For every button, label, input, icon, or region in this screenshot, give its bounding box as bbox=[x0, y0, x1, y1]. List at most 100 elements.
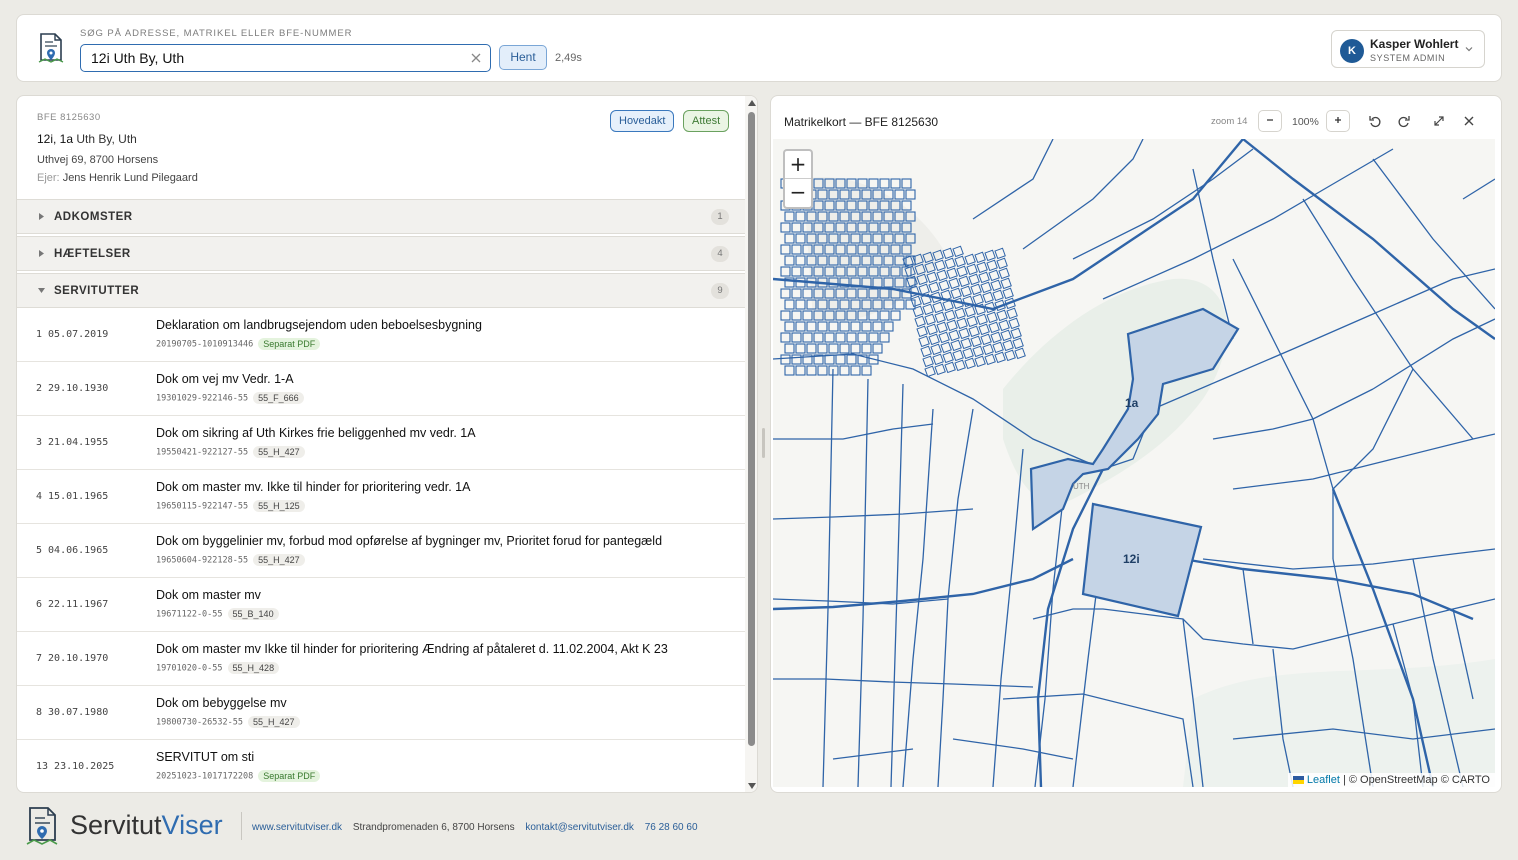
servitut-number-date: 1 05.07.2019 bbox=[36, 329, 109, 340]
servitut-title[interactable]: Dok om sikring af Uth Kirkes frie beligg… bbox=[156, 426, 476, 440]
brand-name: ServitutViser bbox=[70, 810, 223, 841]
servitut-number-date: 7 20.10.1970 bbox=[36, 653, 109, 664]
archive-ref-badge: 55_H_427 bbox=[253, 446, 305, 458]
servitut-title[interactable]: Deklaration om landbrugsejendom uden beb… bbox=[156, 318, 482, 332]
servitut-doc-id: 19800730-26532-55 bbox=[156, 717, 243, 728]
zoom-out-button[interactable] bbox=[1258, 110, 1282, 132]
search-input[interactable] bbox=[91, 48, 451, 68]
leaflet-link[interactable]: Leaflet bbox=[1307, 774, 1340, 786]
property-header: BFE 8125630 12i, 1a Uth By, Uth Uthvej 6… bbox=[17, 96, 745, 199]
servitut-row[interactable]: 4 15.01.1965 Dok om master mv. Ikke til h… bbox=[17, 470, 745, 524]
hovedakt-button[interactable]: Hovedakt bbox=[610, 110, 675, 132]
section-title: SERVITUTTER bbox=[54, 285, 140, 297]
attest-button[interactable]: Attest bbox=[683, 110, 730, 132]
servitut-reference: 19650604-922128-55 55_H_427 bbox=[156, 554, 305, 566]
servitut-doc-id: 20251023-1017172208 bbox=[156, 771, 254, 782]
servitut-reference: 19650115-922147-55 55_H_125 bbox=[156, 500, 305, 512]
rotate-right-icon[interactable] bbox=[1397, 114, 1411, 128]
servitut-doc-id: 19650115-922147-55 bbox=[156, 501, 249, 512]
servitut-title[interactable]: Dok om vej mv Vedr. 1-A bbox=[156, 372, 294, 386]
company-address: Strandpromenaden 6, 8700 Horsens bbox=[352, 822, 515, 833]
panel-splitter[interactable] bbox=[760, 95, 768, 793]
map-title: Matrikelkort — BFE 8125630 bbox=[784, 115, 939, 129]
servitut-row[interactable]: 6 22.11.1967 Dok om master mv 19671122-0-5… bbox=[17, 578, 745, 632]
servitut-title[interactable]: Dok om byggelinier mv, forbud mod opføre… bbox=[156, 534, 662, 548]
servitut-reference: 19671122-0-55 55_B_140 bbox=[156, 608, 279, 620]
search-label: SØG PÅ ADRESSE, MATRIKEL ELLER BFE-NUMME… bbox=[80, 28, 353, 39]
servitut-title[interactable]: Dok om master mv. Ikke til hinder for pr… bbox=[156, 480, 470, 494]
servitut-row[interactable]: 2 29.10.1930 Dok om vej mv Vedr. 1-A 19301… bbox=[17, 362, 745, 416]
minus-icon bbox=[1267, 119, 1273, 121]
search-field[interactable] bbox=[80, 44, 491, 72]
matrikel-line: 12i, 1a Uth By, Uth bbox=[37, 132, 137, 146]
servitut-number-date: 4 15.01.1965 bbox=[36, 491, 109, 502]
map-zoom-out-button[interactable]: − bbox=[785, 179, 811, 207]
caret-right-icon bbox=[39, 250, 44, 257]
servitut-row[interactable]: 13 23.10.2025 SERVITUT om sti 20251023-101… bbox=[17, 740, 745, 792]
servitut-doc-id: 19671122-0-55 bbox=[156, 609, 223, 620]
servitut-title[interactable]: SERVITUT om sti bbox=[156, 750, 254, 764]
servitut-doc-id: 19301029-922146-55 bbox=[156, 393, 249, 404]
matrikel-numbers: 12i, 1a bbox=[37, 132, 74, 146]
servitut-number-date: 3 21.04.1955 bbox=[36, 437, 109, 448]
section-title: ADKOMSTER bbox=[54, 211, 133, 223]
section-count: 4 bbox=[711, 246, 729, 262]
servitut-doc-id: 20190705-1010913446 bbox=[156, 339, 254, 350]
servitut-reference: 19701020-0-55 55_H_428 bbox=[156, 662, 280, 674]
clear-search-icon[interactable] bbox=[469, 51, 483, 65]
user-menu[interactable]: K Kasper Wohlert SYSTEM ADMIN bbox=[1331, 30, 1485, 68]
servitut-row[interactable]: 3 21.04.1955 Dok om sikring af Uth Kirkes… bbox=[17, 416, 745, 470]
servitut-row[interactable]: 1 05.07.2019 Deklaration om landbrugsejen… bbox=[17, 308, 745, 362]
servitut-title[interactable]: Dok om master mv bbox=[156, 588, 261, 602]
separate-pdf-badge[interactable]: Separat PDF bbox=[258, 770, 321, 782]
servitut-row[interactable]: 8 30.07.1980 Dok om bebyggelse mv 19800730… bbox=[17, 686, 745, 740]
brand-name-a: Servitut bbox=[70, 810, 162, 840]
fetch-button[interactable]: Hent bbox=[499, 45, 547, 70]
phone-link[interactable]: 76 28 60 60 bbox=[645, 822, 698, 833]
close-icon[interactable] bbox=[1462, 114, 1476, 128]
archive-ref-badge: 55_H_125 bbox=[253, 500, 305, 512]
scroll-up-arrow-icon[interactable] bbox=[747, 99, 757, 107]
section-count: 9 bbox=[711, 283, 729, 299]
footer: ServitutViser www.servitutviser.dk Stran… bbox=[0, 800, 1518, 860]
footer-contact: www.servitutviser.dk Strandpromenaden 6,… bbox=[252, 822, 706, 833]
section-haeftelser[interactable]: HÆFTELSER 4 bbox=[17, 236, 745, 271]
map-zoom-control: + − bbox=[783, 149, 813, 209]
scroll-down-arrow-icon[interactable] bbox=[747, 782, 757, 790]
section-servitutter[interactable]: SERVITUTTER 9 bbox=[17, 273, 745, 308]
section-adkomster[interactable]: ADKOMSTER 1 bbox=[17, 199, 745, 234]
caret-right-icon bbox=[39, 213, 44, 220]
archive-ref-badge: 55_H_427 bbox=[253, 554, 305, 566]
scrollbar-thumb[interactable] bbox=[748, 112, 755, 746]
servitut-number-date: 8 30.07.1980 bbox=[36, 707, 109, 718]
splitter-grip[interactable] bbox=[762, 428, 765, 458]
rotate-left-icon[interactable] bbox=[1368, 114, 1382, 128]
separate-pdf-badge[interactable]: Separat PDF bbox=[258, 338, 321, 350]
servitut-row[interactable]: 7 20.10.1970 Dok om master mv Ikke til hi… bbox=[17, 632, 745, 686]
servitut-row[interactable]: 5 04.06.1965 Dok om byggelinier mv, forbu… bbox=[17, 524, 745, 578]
avatar: K bbox=[1340, 39, 1364, 63]
plus-icon bbox=[1335, 117, 1341, 123]
parcel-map[interactable]: 1a 12i UTH bbox=[773, 139, 1495, 787]
user-role: SYSTEM ADMIN bbox=[1370, 53, 1446, 63]
servitut-list: 1 05.07.2019 Deklaration om landbrugsejen… bbox=[17, 308, 745, 792]
servitut-reference: 19800730-26532-55 55_H_427 bbox=[156, 716, 300, 728]
map-zoom-in-button[interactable]: + bbox=[785, 151, 811, 179]
section-title: HÆFTELSER bbox=[54, 248, 131, 260]
zoom-in-button[interactable] bbox=[1326, 110, 1350, 132]
map-canvas[interactable]: 1a 12i UTH + − Leaflet | © OpenStreetMap… bbox=[773, 139, 1495, 787]
zoom-percent: 100% bbox=[1292, 116, 1319, 128]
servitut-title[interactable]: Dok om bebyggelse mv bbox=[156, 696, 287, 710]
website-link[interactable]: www.servitutviser.dk bbox=[252, 822, 342, 833]
servitut-number-date: 2 29.10.1930 bbox=[36, 383, 109, 394]
servitut-reference: 20251023-1017172208 Separat PDF bbox=[156, 770, 321, 782]
owner-name: Jens Henrik Lund Pilegaard bbox=[62, 172, 198, 184]
archive-ref-badge: 55_H_427 bbox=[248, 716, 300, 728]
email-link[interactable]: kontakt@servitutviser.dk bbox=[525, 822, 634, 833]
expand-icon[interactable] bbox=[1432, 114, 1446, 128]
place-label-uth: UTH bbox=[1073, 482, 1090, 491]
parcel-label-1a: 1a bbox=[1125, 396, 1139, 410]
servitut-title[interactable]: Dok om master mv Ikke til hinder for pri… bbox=[156, 642, 668, 656]
scrollbar[interactable] bbox=[745, 96, 757, 792]
servitut-number-date: 6 22.11.1967 bbox=[36, 599, 109, 610]
